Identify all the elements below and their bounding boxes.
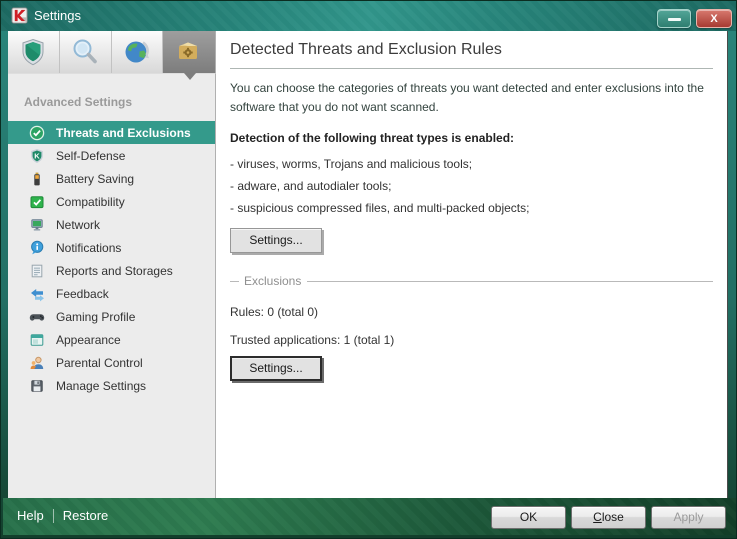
sidebar-item-threats-and-exclusions[interactable]: Threats and Exclusions	[8, 121, 215, 144]
selected-tab-pointer	[184, 73, 196, 80]
title-divider	[230, 68, 713, 69]
sidebar-item-compatibility[interactable]: Compatibility	[8, 190, 215, 213]
intro-text: You can choose the categories of threats…	[230, 79, 722, 117]
sidebar-item-reports-and-storages[interactable]: Reports and Storages	[8, 259, 215, 282]
sidebar-item-appearance[interactable]: Appearance	[8, 328, 215, 351]
sidebar-section-header: Advanced Settings	[24, 95, 215, 109]
scan-search-icon	[70, 37, 100, 67]
detection-settings-button[interactable]: Settings...	[230, 228, 322, 253]
network-monitor-icon	[29, 217, 45, 233]
info-balloon-icon	[29, 240, 45, 256]
battery-icon	[29, 171, 45, 187]
threat-type-line: - viruses, worms, Trojans and malicious …	[230, 153, 713, 175]
exclusion-rules-count: Rules: 0 (total 0)	[230, 305, 713, 319]
footer-separator	[53, 509, 54, 523]
exclusions-legend: Exclusions	[244, 274, 301, 288]
window-title: Settings	[34, 8, 81, 23]
ok-button[interactable]: OK	[491, 506, 566, 529]
close-dialog-button[interactable]: Close	[571, 506, 646, 529]
threat-type-line: - adware, and autodialer tools;	[230, 175, 713, 197]
shield-k-icon: K	[29, 148, 45, 164]
settings-category-tabs	[8, 31, 216, 73]
threat-type-line: - suspicious compressed files, and multi…	[230, 197, 713, 219]
kaspersky-k-icon	[11, 7, 28, 24]
feedback-arrows-icon	[29, 286, 45, 302]
sidebar-item-battery-saving[interactable]: Battery Saving	[8, 167, 215, 190]
minimize-icon	[668, 18, 681, 21]
advanced-settings-box-icon	[174, 37, 204, 67]
sidebar-item-gaming-profile[interactable]: Gaming Profile	[8, 305, 215, 328]
check-circle-icon	[29, 125, 45, 141]
sidebar-item-network[interactable]: Network	[8, 213, 215, 236]
floppy-disk-icon	[29, 378, 45, 394]
main-panel: Detected Threats and Exclusion Rules You…	[216, 31, 728, 498]
parental-person-icon	[29, 355, 45, 371]
apply-button[interactable]: Apply	[651, 506, 726, 529]
sidebar-item-manage-settings[interactable]: Manage Settings	[8, 374, 215, 397]
protection-shield-icon	[18, 37, 48, 67]
footer-links: Help Restore	[17, 508, 108, 523]
page-title: Detected Threats and Exclusion Rules	[230, 41, 713, 59]
sidebar-item-parental-control[interactable]: Parental Control	[8, 351, 215, 374]
report-document-icon	[29, 263, 45, 279]
sidebar-item-notifications[interactable]: Notifications	[8, 236, 215, 259]
footer-bar: Help Restore OK Close Apply	[3, 498, 736, 535]
tab-update[interactable]	[112, 31, 164, 73]
close-icon: X	[710, 13, 717, 25]
tab-advanced-settings[interactable]	[163, 31, 215, 73]
restore-link[interactable]: Restore	[63, 508, 109, 523]
titlebar: Settings X	[1, 1, 737, 31]
detection-heading: Detection of the following threat types …	[230, 131, 713, 145]
exclusions-group-header: Exclusions	[230, 274, 713, 288]
window-appearance-icon	[29, 332, 45, 348]
gamepad-icon	[29, 309, 45, 325]
update-globe-icon	[122, 37, 152, 67]
close-button[interactable]: X	[696, 9, 732, 28]
sidebar-item-self-defense[interactable]: K Self-Defense	[8, 144, 215, 167]
help-link[interactable]: Help	[17, 508, 44, 523]
sidebar-item-feedback[interactable]: Feedback	[8, 282, 215, 305]
tab-protection[interactable]	[8, 31, 60, 73]
sidebar: Advanced Settings Threats and Exclusions…	[8, 73, 216, 498]
green-check-square-icon	[29, 194, 45, 210]
exclusions-settings-button[interactable]: Settings...	[230, 356, 322, 381]
tab-scan[interactable]	[60, 31, 112, 73]
settings-window: Settings X	[0, 0, 737, 539]
svg-text:K: K	[34, 151, 40, 160]
trusted-applications-count: Trusted applications: 1 (total 1)	[230, 333, 713, 347]
minimize-button[interactable]	[657, 9, 691, 28]
